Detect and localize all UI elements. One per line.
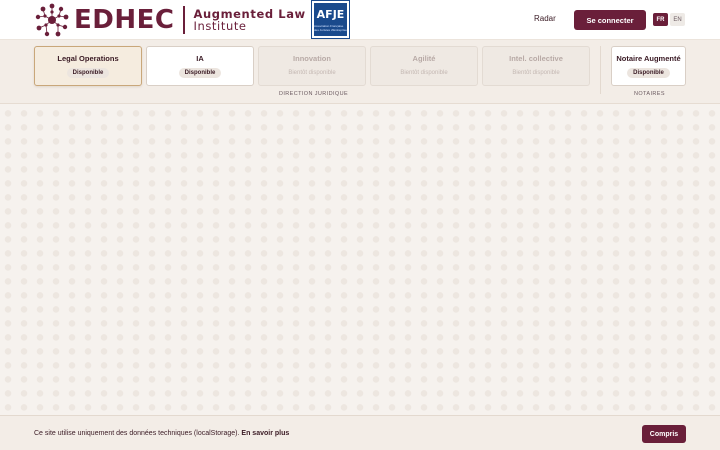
category-card-intel-collective: Intel. collective Bientôt disponible — [482, 46, 590, 86]
category-title: Notaire Augmenté — [616, 54, 681, 63]
category-card-innovation: Innovation Bientôt disponible — [258, 46, 366, 86]
cookie-text: Ce site utilise uniquement des données t… — [34, 430, 240, 437]
group-label-notaires: NOTAIRES — [634, 91, 665, 97]
category-status-badge: Disponible — [178, 68, 222, 78]
afje-logo-subtext: Association Française des Juristes d'Ent… — [314, 23, 347, 32]
category-title: Agilité — [412, 54, 436, 63]
nav-radar-link[interactable]: Radar — [534, 14, 556, 23]
edhec-wordmark: EDHEC — [74, 5, 175, 35]
group-label-direction-juridique: DIRECTION JURIDIQUE — [279, 91, 349, 97]
category-status-badge: Bientôt disponible — [512, 70, 560, 76]
category-card-notaire-augmente[interactable]: Notaire Augmenté Disponible — [611, 46, 686, 86]
afje-logo-text: AFJE — [316, 7, 345, 21]
cookie-banner: Ce site utilise uniquement des données t… — [0, 415, 720, 450]
edhec-logo[interactable]: EDHEC Augmented Law Institute — [34, 2, 306, 38]
category-card-ia[interactable]: IA Disponible — [146, 46, 254, 86]
login-button[interactable]: Se connecter — [574, 10, 646, 30]
cookie-message: Ce site utilise uniquement des données t… — [34, 430, 289, 437]
category-title: Intel. collective — [509, 54, 563, 63]
category-status-badge: Disponible — [66, 68, 110, 78]
edhec-emblem-icon — [35, 3, 69, 37]
category-selector: Legal Operations Disponible IA Disponibl… — [0, 40, 720, 104]
category-status-badge: Bientôt disponible — [288, 70, 336, 76]
group-separator — [600, 46, 601, 94]
institute-line2: Institute — [193, 19, 247, 33]
lang-fr-button[interactable]: FR — [653, 13, 668, 26]
category-card-agilite: Agilité Bientôt disponible — [370, 46, 478, 86]
category-status-badge: Disponible — [627, 68, 670, 78]
logo-divider — [183, 6, 186, 34]
category-title: Legal Operations — [57, 54, 119, 63]
cookie-learn-more-link[interactable]: En savoir plus — [241, 430, 289, 437]
category-title: IA — [196, 54, 204, 63]
cookie-accept-button[interactable]: Compris — [642, 425, 686, 443]
lang-en-button[interactable]: EN — [670, 13, 685, 26]
main-content-area — [0, 105, 720, 415]
category-title: Innovation — [293, 54, 331, 63]
site-header: EDHEC Augmented Law Institute AFJE Assoc… — [0, 0, 720, 40]
category-card-legal-operations[interactable]: Legal Operations Disponible — [34, 46, 142, 86]
institute-name: Augmented Law Institute — [193, 8, 305, 32]
category-status-badge: Bientôt disponible — [400, 70, 448, 76]
afje-logo[interactable]: AFJE Association Française des Juristes … — [311, 0, 350, 39]
